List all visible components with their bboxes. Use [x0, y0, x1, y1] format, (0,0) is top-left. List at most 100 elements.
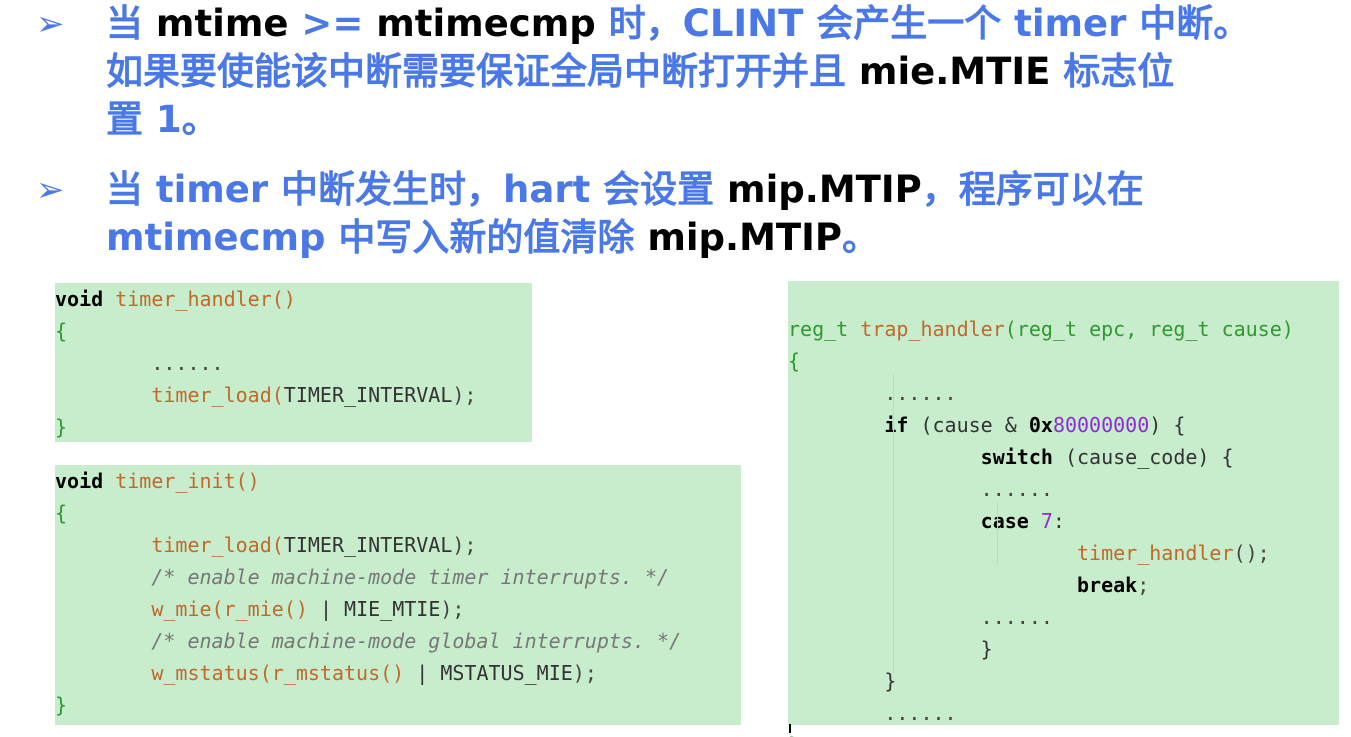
code-line: }: [788, 665, 1339, 697]
code-token: }: [788, 637, 993, 661]
code-token: :: [1052, 509, 1065, 533]
code-token: {: [55, 501, 68, 525]
code-token: }: [55, 693, 68, 717]
code-token: }: [788, 733, 800, 737]
bullet-keyword: mie.MTIE: [858, 50, 1064, 93]
code-line: }: [55, 689, 741, 721]
code-line: w_mie(r_mie() | MIE_MTIE);: [55, 593, 741, 625]
indent-guide: [997, 502, 998, 566]
code-line: {: [55, 315, 532, 347]
code-line: reg_t trap_handler(reg_t epc, reg_t caus…: [788, 313, 1339, 345]
code-line: ......: [788, 473, 1339, 505]
bullet-line: mtimecmp 中写入新的值清除 mip.MTIP。: [106, 214, 1351, 262]
code-line: ......: [55, 347, 532, 379]
bullet-text: 当 mtime >= mtimecmp 时，CLINT 会产生一个 timer …: [106, 0, 1351, 144]
code-token: (): [283, 597, 308, 621]
code-token: 7: [1040, 509, 1053, 533]
code-token: ......: [884, 701, 957, 725]
code-token: (: [1004, 317, 1017, 341]
code-token: w_mstatus: [151, 661, 260, 685]
bullet-segment: ，程序可以在: [921, 168, 1144, 211]
code-token: 80000000: [1052, 413, 1150, 437]
code-token: {: [788, 349, 801, 373]
bullet-line: 当 mtime >= mtimecmp 时，CLINT 会产生一个 timer …: [106, 0, 1351, 48]
code-line: w_mstatus(r_mstatus() | MSTATUS_MIE);: [55, 657, 741, 689]
code-token: reg_t: [1149, 317, 1210, 341]
code-token: );: [572, 661, 597, 685]
code-token: ;: [1137, 573, 1150, 597]
bullet-text: 当 timer 中断发生时，hart 会设置 mip.MTIP，程序可以在 mti…: [106, 166, 1351, 262]
code-token: epc: [1089, 317, 1126, 341]
code-token: trap_handler: [860, 317, 1005, 341]
code-token: ();: [1233, 541, 1270, 565]
code-token: switch: [980, 445, 1053, 469]
code-token: MSTATUS_MIE: [440, 661, 573, 685]
bullet-segment: 标志位: [1063, 50, 1175, 93]
code-token: );: [452, 383, 477, 407]
code-token: break: [1076, 573, 1138, 597]
code-token: /* enable machine-mode global interrupts…: [151, 629, 682, 653]
code-line: break;: [788, 569, 1339, 601]
code-token: ......: [980, 477, 1053, 501]
code-token: r_mie: [223, 597, 284, 621]
code-token: {: [55, 319, 68, 343]
code-line: /* enable machine-mode global interrupts…: [55, 625, 741, 657]
code-token: timer_init: [115, 469, 236, 493]
code-line: ......: [788, 697, 1339, 729]
bullet-line: 置 1。: [106, 96, 1351, 144]
code-token: reg_t: [788, 317, 849, 341]
code-token: (): [380, 661, 405, 685]
code-token: }: [55, 415, 68, 439]
code-line: ......: [788, 601, 1339, 633]
code-line: timer_load(TIMER_INTERVAL);: [55, 529, 741, 561]
code-token: }: [788, 669, 897, 693]
bullet-segment: mtimecmp 中写入新的值清除: [106, 216, 648, 259]
arrow-bullet-icon: ➢: [36, 170, 65, 210]
bullet-segment: 置 1。: [106, 98, 219, 141]
code-token: ......: [980, 605, 1053, 629]
code-token: case: [980, 509, 1029, 533]
bullet-segment: >=: [301, 2, 377, 45]
code-token: timer_handler: [115, 287, 272, 311]
code-block-timer-init: void timer_init() { timer_load(TIMER_INTE…: [55, 465, 741, 725]
bullet-segment: 。: [842, 216, 880, 259]
code-token: (): [271, 287, 296, 311]
code-line: ......: [788, 377, 1339, 409]
indent-guide: [893, 374, 894, 674]
code-token: timer_handler: [1076, 541, 1234, 565]
bullet-line: 如果要使能该中断需要保证全局中断打开并且 mie.MTIE 标志位: [106, 48, 1351, 96]
bullet-segment: 如果要使能该中断需要保证全局中断打开并且: [106, 50, 859, 93]
code-token: (: [259, 661, 272, 685]
code-token: if: [884, 413, 909, 437]
code-token: (cause_code) {: [1052, 445, 1234, 469]
code-token: |: [404, 661, 441, 685]
code-token: timer_load: [151, 533, 272, 557]
code-line: void timer_init(): [55, 465, 741, 497]
code-token: MIE_MTIE: [344, 597, 441, 621]
text-cursor: [789, 724, 791, 733]
code-token: w_mie: [151, 597, 212, 621]
code-token: |: [307, 597, 345, 621]
code-token: ......: [884, 381, 957, 405]
code-line: if (cause & 0x80000000) {: [788, 409, 1339, 441]
code-line: }: [788, 633, 1339, 665]
code-token: timer_load: [151, 383, 272, 407]
code-line: timer_load(TIMER_INTERVAL);: [55, 379, 532, 411]
code-line: }: [55, 411, 532, 443]
bullet-segment: 当 timer 中断发生时，hart 会设置: [106, 168, 728, 211]
